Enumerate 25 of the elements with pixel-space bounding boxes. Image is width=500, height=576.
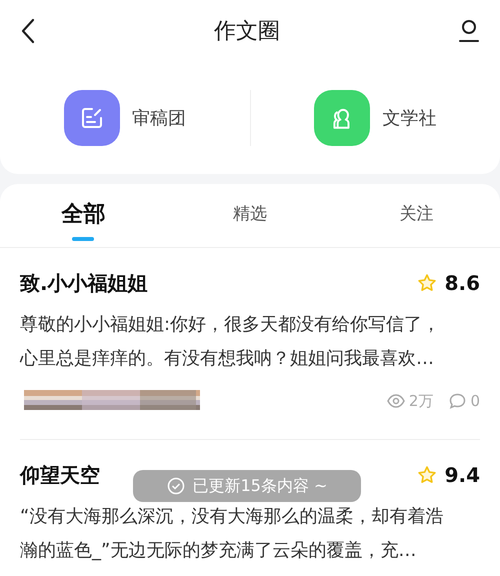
note-edit-icon bbox=[80, 106, 104, 130]
post-excerpt: “没有大海那么深沉，没有大海那么的温柔，却有着浩瀚的蓝色_”无边无际的梦充满了云朵的覆盖，充… bbox=[20, 504, 444, 562]
star-icon bbox=[416, 464, 437, 484]
comment-icon bbox=[449, 393, 466, 410]
comment-count: 0 bbox=[470, 391, 480, 412]
shortcut-label[interactable]: 文学社 bbox=[382, 104, 436, 132]
tab[interactable]: 全部 bbox=[0, 184, 167, 247]
score: 9.4 bbox=[444, 462, 480, 488]
post-title[interactable]: 仰望天空 bbox=[20, 460, 100, 490]
toast-text: 已更新15条内容 ~ bbox=[192, 475, 328, 497]
shortcut-tile[interactable] bbox=[314, 90, 370, 146]
star-icon bbox=[416, 273, 437, 293]
post-title[interactable]: 致.小小福姐姐 bbox=[20, 268, 148, 298]
score: 8.6 bbox=[444, 270, 480, 297]
check-circle-icon bbox=[166, 477, 185, 495]
page-title: 作文圈 bbox=[214, 18, 280, 46]
tab[interactable]: 关注 bbox=[333, 184, 500, 247]
profile-icon[interactable] bbox=[458, 19, 480, 43]
post-excerpt: 尊敬的小小福姐姐:你好，很多天都没有给你写信了，心里总是痒痒的。有没有想我呐？姐姐问我最喜欢… bbox=[20, 313, 442, 371]
tab[interactable]: 精选 bbox=[166, 184, 334, 247]
back-icon[interactable] bbox=[20, 18, 36, 44]
view-count: 2万 bbox=[408, 391, 434, 412]
eye-icon bbox=[386, 393, 405, 410]
shortcut-tile[interactable] bbox=[64, 90, 120, 146]
shortcut-label[interactable]: 审稿团 bbox=[132, 104, 186, 132]
